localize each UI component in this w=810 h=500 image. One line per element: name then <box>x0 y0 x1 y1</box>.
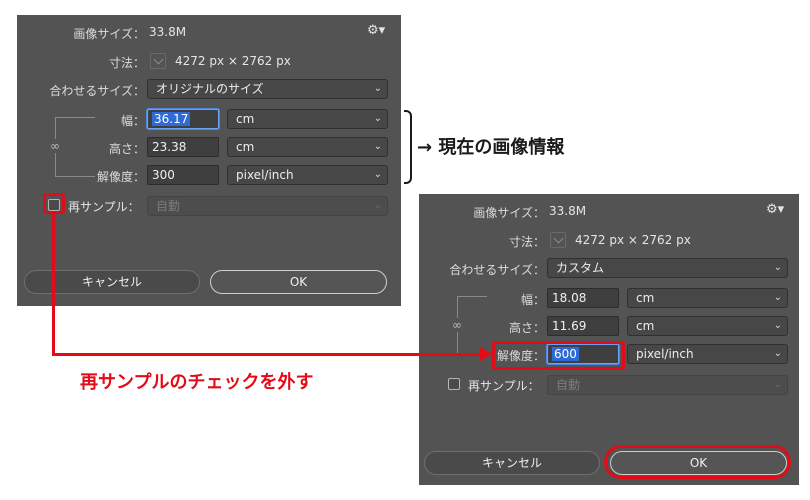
chevron-down-icon: ⌄ <box>773 379 782 390</box>
fit-to-label: 合わせるサイズ： <box>49 84 145 98</box>
ok-button[interactable]: OK <box>210 270 387 294</box>
chevron-down-icon: ⌄ <box>373 200 382 211</box>
dimensions-unit-select[interactable] <box>550 232 566 248</box>
chevron-down-icon: ⌄ <box>373 169 382 180</box>
resample-label: 再サンプル： <box>468 379 540 393</box>
width-value: 36.17 <box>152 112 191 126</box>
height-input[interactable]: 11.69 <box>547 316 619 336</box>
height-value: 23.38 <box>152 140 187 154</box>
width-input[interactable]: 36.17 <box>147 109 219 129</box>
width-unit-select[interactable]: cm ⌄ <box>627 288 788 308</box>
gear-icon[interactable]: ⚙▾ <box>766 202 784 217</box>
width-unit-value: cm <box>236 112 255 126</box>
height-unit-select[interactable]: cm ⌄ <box>227 137 388 157</box>
resample-method-select: 自動 ⌄ <box>547 375 788 395</box>
resolution-value: 300 <box>152 168 175 182</box>
dimensions-label: 寸法： <box>108 56 145 70</box>
dimensions-value: 4272 px × 2762 px <box>175 54 291 68</box>
ok-button-label: OK <box>289 275 308 289</box>
fit-to-value: カスタム <box>556 261 605 275</box>
cancel-button[interactable]: キャンセル <box>424 451 600 475</box>
image-size-value: 33.8M <box>149 25 187 39</box>
width-label: 幅： <box>520 293 545 307</box>
resolution-row-highlight <box>492 341 625 370</box>
resolution-label: 解像度： <box>96 170 145 184</box>
width-unit-select[interactable]: cm ⌄ <box>227 109 388 129</box>
height-value: 11.69 <box>552 319 587 333</box>
resolution-input[interactable]: 300 <box>147 165 219 185</box>
fit-to-select[interactable]: カスタム ⌄ <box>547 258 788 278</box>
chevron-down-icon: ⌄ <box>773 348 782 359</box>
resolution-unit-select[interactable]: pixel/inch ⌄ <box>627 344 788 364</box>
resample-label: 再サンプル： <box>68 200 140 214</box>
height-label: 高さ： <box>508 321 545 335</box>
current-info-annotation: → 現在の画像情報 <box>417 137 565 158</box>
cancel-button-label: キャンセル <box>81 275 142 289</box>
cancel-button[interactable]: キャンセル <box>24 270 200 294</box>
dimensions-label: 寸法： <box>508 235 545 249</box>
connector-arrow-head <box>480 347 492 361</box>
chevron-down-icon: ⌄ <box>773 292 782 303</box>
fit-to-value: オリジナルのサイズ <box>156 82 264 96</box>
width-unit-value: cm <box>636 291 655 305</box>
resample-checkbox-highlight <box>43 193 65 214</box>
resolution-unit-value: pixel/inch <box>236 168 294 182</box>
height-label: 高さ： <box>108 142 145 156</box>
height-unit-value: cm <box>636 319 655 333</box>
ok-button-highlight <box>604 445 791 479</box>
dimensions-unit-select[interactable] <box>150 53 166 69</box>
image-size-value: 33.8M <box>549 204 587 218</box>
resample-method-select: 自動 ⌄ <box>147 196 388 216</box>
connector-line-vertical <box>52 214 55 356</box>
chevron-down-icon: ⌄ <box>373 113 382 124</box>
height-input[interactable]: 23.38 <box>147 137 219 157</box>
image-size-label: 画像サイズ： <box>73 27 145 41</box>
width-value: 18.08 <box>552 291 587 305</box>
chevron-down-icon: ⌄ <box>773 262 782 273</box>
chevron-down-icon: ⌄ <box>373 83 382 94</box>
resample-checkbox[interactable] <box>448 378 460 390</box>
uncheck-resample-annotation: 再サンプルのチェックを外す <box>80 372 314 393</box>
gear-icon[interactable]: ⚙▾ <box>367 23 385 38</box>
resolution-unit-value: pixel/inch <box>636 347 694 361</box>
height-unit-value: cm <box>236 140 255 154</box>
cancel-button-label: キャンセル <box>481 456 542 470</box>
fit-to-select[interactable]: オリジナルのサイズ ⌄ <box>147 79 388 99</box>
width-input[interactable]: 18.08 <box>547 288 619 308</box>
width-label: 幅： <box>120 114 145 128</box>
image-size-dialog-before: 画像サイズ： 33.8M ⚙▾ 寸法： 4272 px × 2762 px 合わ… <box>17 15 401 306</box>
resample-method-value: 自動 <box>556 378 581 392</box>
image-size-dialog-after: 画像サイズ： 33.8M ⚙▾ 寸法： 4272 px × 2762 px 合わ… <box>419 194 799 485</box>
chevron-down-icon: ⌄ <box>373 141 382 152</box>
resolution-unit-select[interactable]: pixel/inch ⌄ <box>227 165 388 185</box>
height-unit-select[interactable]: cm ⌄ <box>627 316 788 336</box>
dimensions-value: 4272 px × 2762 px <box>575 233 691 247</box>
fit-to-label: 合わせるサイズ： <box>449 263 545 277</box>
connector-line-horizontal <box>52 353 482 356</box>
chevron-down-icon: ⌄ <box>773 320 782 331</box>
brace-marker <box>404 110 412 184</box>
image-size-label: 画像サイズ： <box>473 206 545 220</box>
resample-method-value: 自動 <box>156 199 181 213</box>
